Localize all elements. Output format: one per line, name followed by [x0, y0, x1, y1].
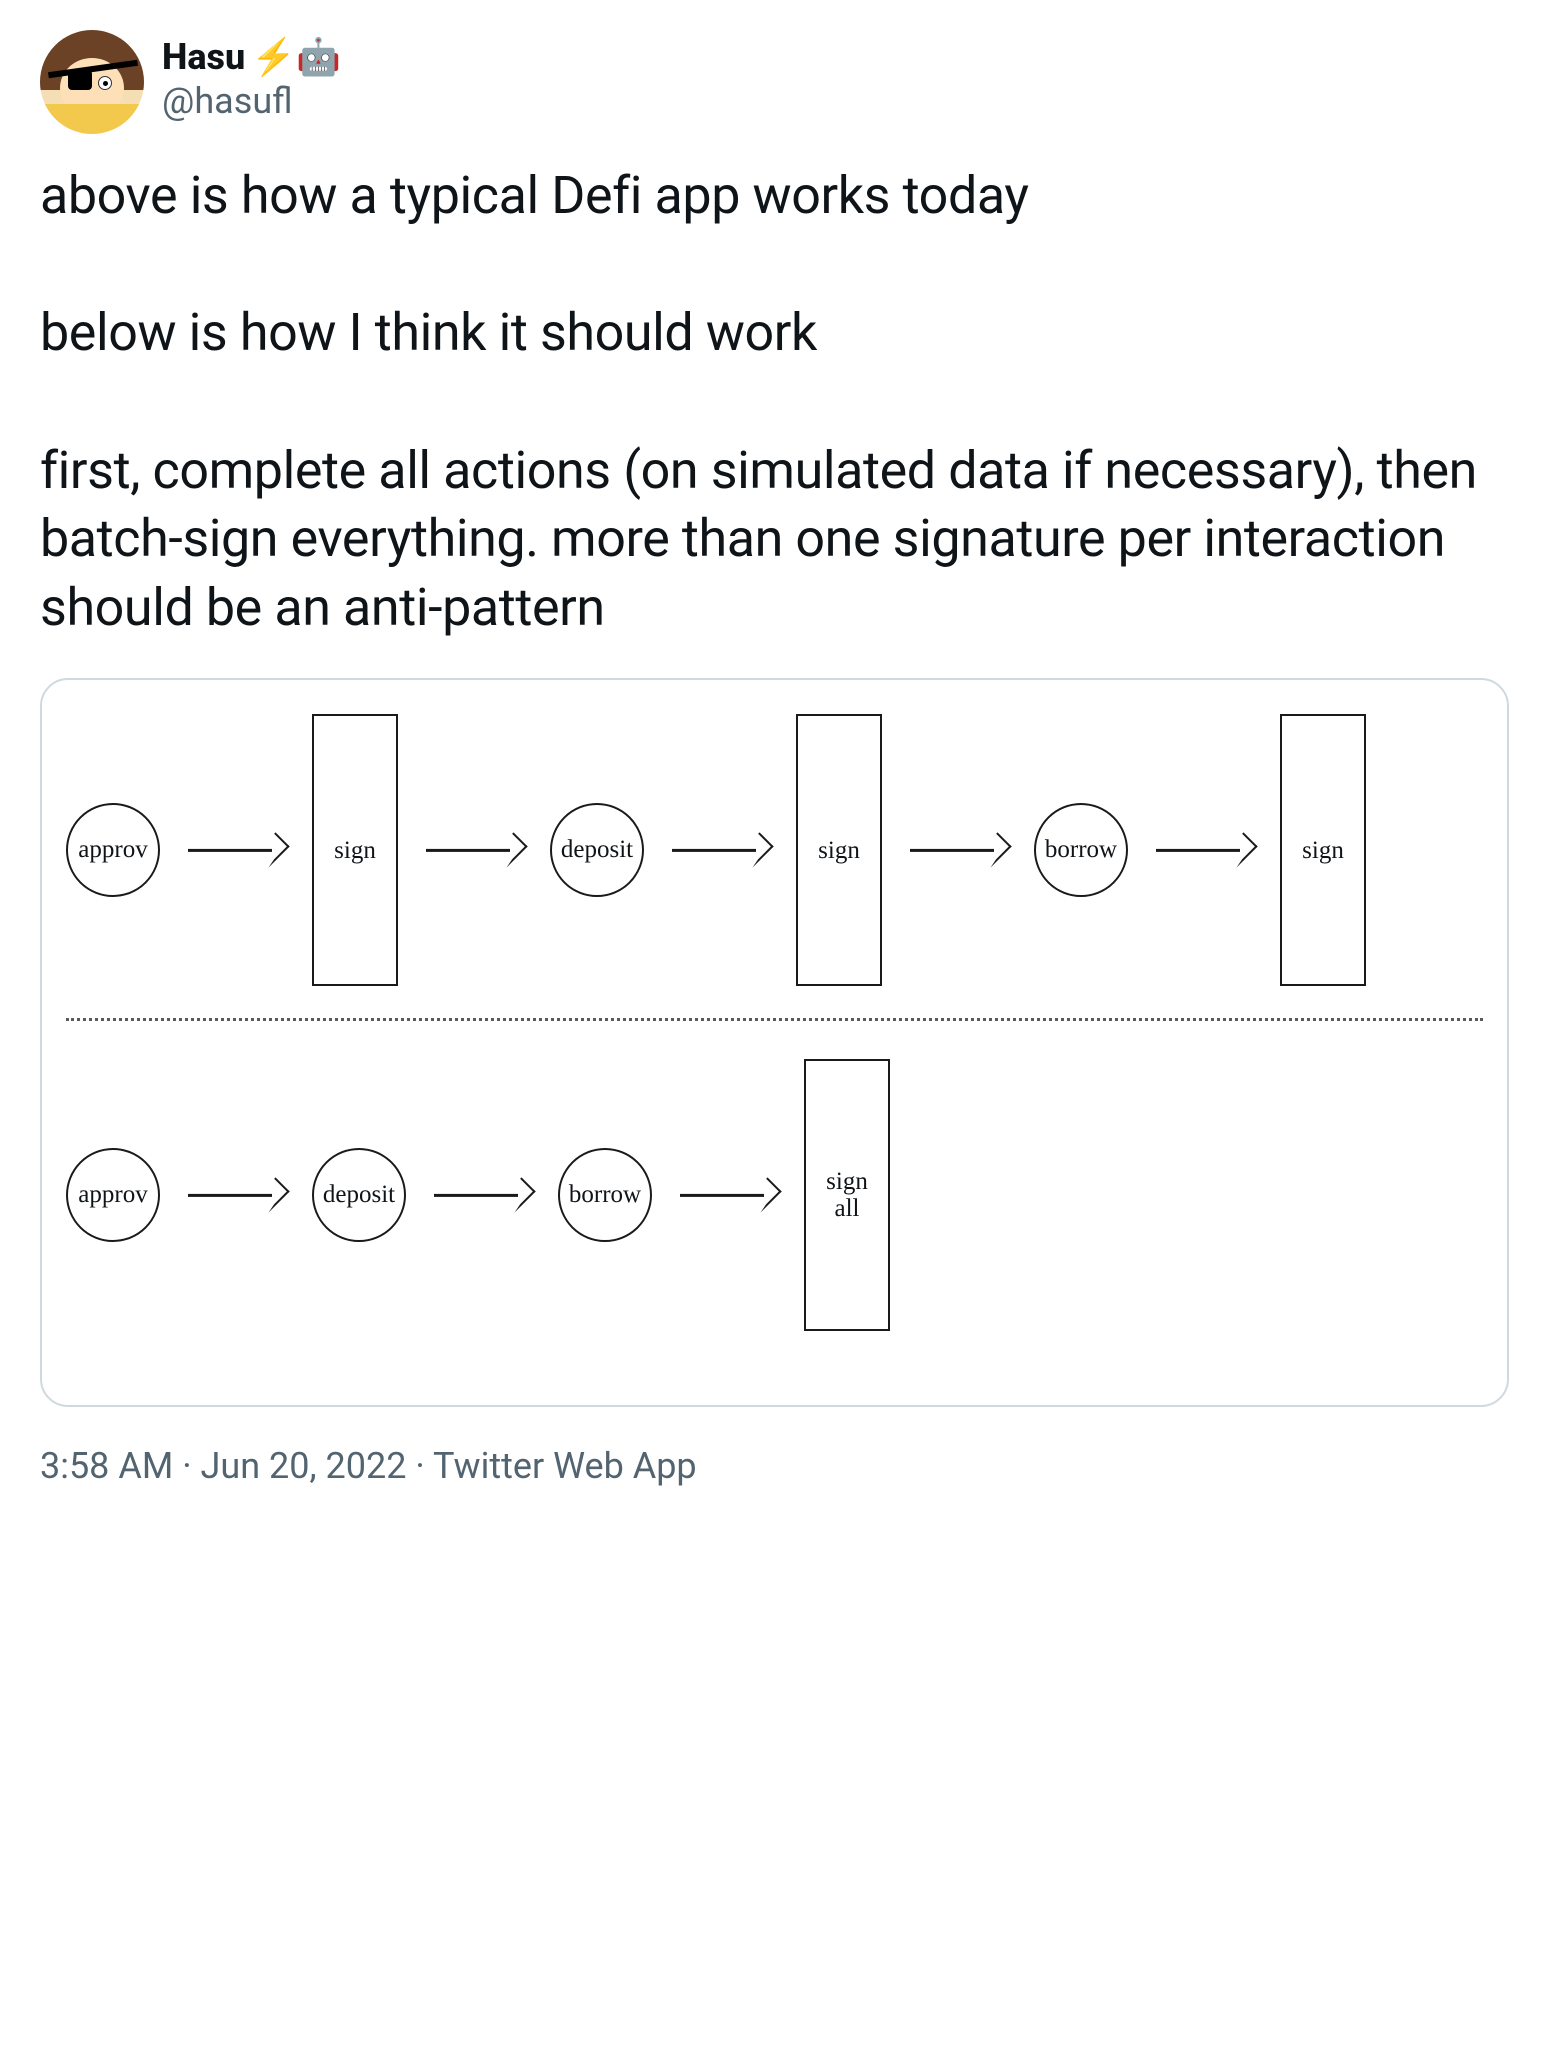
diagram-circle-borrow: borrow [558, 1148, 652, 1242]
arrow-icon [1154, 835, 1254, 865]
tweet-time[interactable]: 3:58 AM [40, 1445, 173, 1487]
arrow-icon [678, 1180, 778, 1210]
display-name[interactable]: Hasu ⚡️🤖 [162, 36, 341, 78]
arrow-icon [424, 835, 524, 865]
diagram-top-flow: approv sign deposit sign borrow sign [66, 700, 1483, 1000]
arrow-icon [670, 835, 770, 865]
display-name-emojis: ⚡️🤖 [251, 36, 341, 78]
diagram-box-sign: sign [1280, 714, 1366, 986]
tweet-source[interactable]: Twitter Web App [433, 1445, 697, 1487]
diagram-circle-borrow: borrow [1034, 803, 1128, 897]
display-name-text: Hasu [162, 36, 245, 78]
handle[interactable]: @hasufl [162, 80, 341, 122]
arrow-icon [186, 835, 286, 865]
diagram-box-sign: sign [312, 714, 398, 986]
arrow-icon [432, 1180, 532, 1210]
separator: · [406, 1445, 433, 1487]
diagram-circle-deposit: deposit [550, 803, 644, 897]
tweet-footer: 3:58 AM · Jun 20, 2022 · Twitter Web App [40, 1445, 1509, 1487]
diagram-image[interactable]: approv sign deposit sign borrow sign approv de… [40, 678, 1509, 1407]
tweet-text: above is how a typical Defi app works to… [40, 162, 1509, 642]
separator: · [173, 1445, 200, 1487]
diagram-divider [66, 1018, 1483, 1021]
diagram-box-sign: sign [796, 714, 882, 986]
user-meta: Hasu ⚡️🤖 @hasufl [162, 30, 341, 122]
diagram-circle-approv: approv [66, 803, 160, 897]
diagram-circle-deposit: deposit [312, 1148, 406, 1242]
arrow-icon [186, 1180, 286, 1210]
arrow-icon [908, 835, 1008, 865]
diagram-bottom-flow: approv deposit borrow sign all [66, 1045, 1483, 1345]
diagram-circle-approv: approv [66, 1148, 160, 1242]
diagram-box-sign-all: sign all [804, 1059, 890, 1331]
tweet-date[interactable]: Jun 20, 2022 [201, 1445, 407, 1487]
tweet-header: Hasu ⚡️🤖 @hasufl [40, 30, 1509, 134]
avatar[interactable] [40, 30, 144, 134]
